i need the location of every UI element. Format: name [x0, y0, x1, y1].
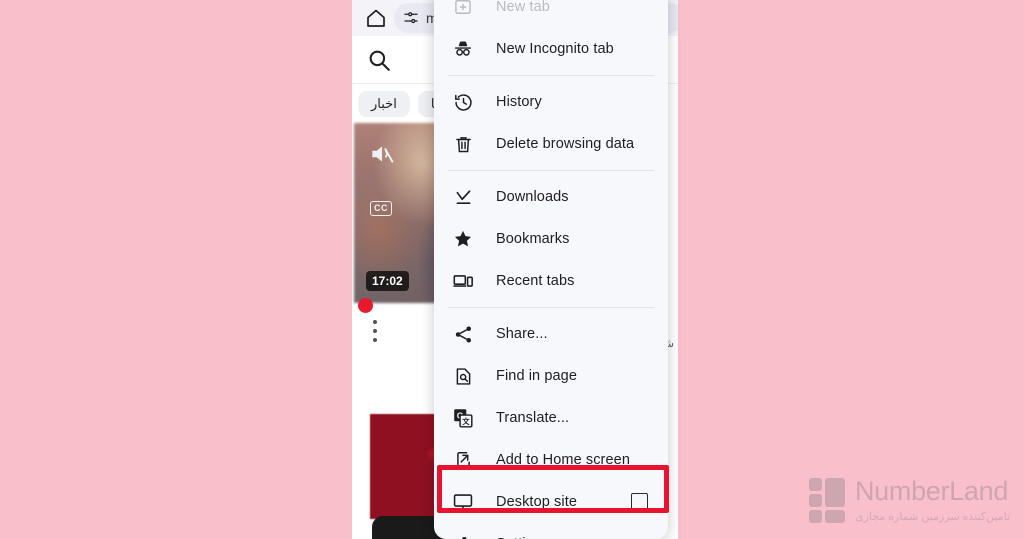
desktop-site-checkbox[interactable]: [631, 493, 648, 510]
menu-item-new-tab[interactable]: New tab: [434, 0, 668, 28]
menu-item-desktop-site[interactable]: Desktop site: [434, 481, 668, 523]
chip-akhbar[interactable]: اخبار: [358, 91, 410, 117]
menu-item-label: Downloads: [496, 189, 569, 205]
menu-item-label: Find in page: [496, 368, 578, 384]
history-icon: [452, 91, 474, 113]
menu-item-find-in-page[interactable]: Find in page: [434, 355, 668, 397]
menu-divider: [448, 307, 654, 308]
download-icon: [452, 186, 474, 208]
share-icon: [452, 323, 474, 345]
desktop-icon: [452, 491, 474, 513]
new-tab-icon: [452, 0, 474, 18]
cc-badge: CC: [370, 201, 392, 216]
svg-text:文: 文: [461, 417, 470, 426]
menu-item-recent-tabs[interactable]: Recent tabs: [434, 260, 668, 302]
watermark-subtitle: تامین‌کننده سرزمین شماره مجازی: [854, 511, 1010, 523]
menu-item-label: Desktop site: [496, 494, 577, 510]
menu-item-settings[interactable]: Settings: [434, 523, 668, 539]
menu-item-downloads[interactable]: Downloads: [434, 176, 668, 218]
trash-icon: [452, 133, 474, 155]
recent-tabs-icon: [452, 270, 474, 292]
video-duration: 17:02: [366, 271, 409, 291]
menu-item-translate[interactable]: G 文 Translate...: [434, 397, 668, 439]
watermark-name: NumberLand: [854, 476, 1009, 506]
menu-item-delete-browsing-data[interactable]: Delete browsing data: [434, 123, 668, 165]
menu-item-label: Share...: [496, 326, 548, 342]
search-icon[interactable]: [366, 47, 392, 73]
home-icon[interactable]: [364, 6, 388, 30]
incognito-icon: [452, 38, 474, 60]
translate-icon: G 文: [452, 407, 474, 429]
menu-divider: [448, 170, 654, 171]
menu-item-label: Translate...: [496, 410, 570, 426]
menu-item-share[interactable]: Share...: [434, 313, 668, 355]
find-in-page-icon: [452, 365, 474, 387]
star-icon: [452, 228, 474, 250]
menu-divider: [448, 75, 654, 76]
menu-item-label: Add to Home screen: [496, 452, 630, 468]
tune-icon: [404, 12, 418, 24]
menu-item-bookmarks[interactable]: Bookmarks: [434, 218, 668, 260]
menu-item-label: New Incognito tab: [496, 41, 614, 57]
article-kebab-menu[interactable]: [373, 320, 377, 347]
add-to-home-icon: [452, 449, 474, 471]
menu-item-label: History: [496, 94, 542, 110]
menu-item-add-to-home-screen[interactable]: Add to Home screen: [434, 439, 668, 481]
red-dot-indicator: [358, 298, 373, 313]
menu-item-new-incognito-tab[interactable]: New Incognito tab: [434, 28, 668, 70]
menu-item-label: Bookmarks: [496, 231, 570, 247]
menu-item-label: Recent tabs: [496, 273, 575, 289]
browser-overflow-menu: New tab New Incognito tab History Delete…: [434, 0, 668, 539]
menu-item-history[interactable]: History: [434, 81, 668, 123]
watermark: NumberLand تامین‌کننده سرزمین شماره مجاز…: [808, 476, 1010, 523]
gear-icon: [452, 533, 474, 539]
menu-item-label: New tab: [496, 0, 550, 15]
menu-item-label: Delete browsing data: [496, 136, 635, 152]
mute-icon[interactable]: [368, 141, 394, 167]
numberland-logo-icon: [808, 478, 845, 523]
